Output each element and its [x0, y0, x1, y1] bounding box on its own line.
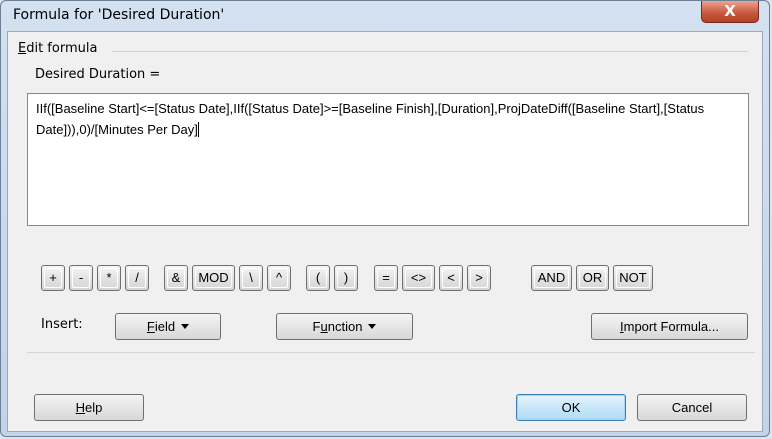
- field-name-label: Desired Duration =: [35, 67, 161, 82]
- chevron-down-icon: [181, 324, 190, 329]
- operator-and-button[interactable]: AND: [531, 265, 572, 291]
- import-formula-button[interactable]: Import Formula...: [591, 313, 748, 340]
- dialog-body: Edit formula Desired Duration =: [7, 31, 763, 432]
- footer-separator: [27, 352, 755, 353]
- operator-not-equal-button[interactable]: <>: [402, 265, 435, 291]
- window-title: Formula for 'Desired Duration': [13, 7, 225, 23]
- formula-dialog: Formula for 'Desired Duration' X Edit fo…: [0, 0, 770, 437]
- operator-minus-button[interactable]: -: [69, 265, 93, 291]
- text-caret: [197, 122, 199, 137]
- operator-backslash-button[interactable]: \: [239, 265, 263, 291]
- operator-open-paren-button[interactable]: (: [306, 265, 330, 291]
- operator-plus-button[interactable]: +: [41, 265, 65, 291]
- operator-greater-than-button[interactable]: >: [467, 265, 491, 291]
- formula-editor[interactable]: IIf([Baseline Start]<=[Status Date],IIf(…: [27, 93, 749, 226]
- close-icon: X: [724, 2, 736, 20]
- insert-label: Insert:: [41, 317, 83, 332]
- operator-or-button[interactable]: OR: [576, 265, 609, 291]
- formula-text: IIf([Baseline Start]<=[Status Date],IIf(…: [36, 101, 708, 137]
- operator-close-paren-button[interactable]: ): [334, 265, 358, 291]
- edit-formula-group-title: Edit formula: [18, 41, 98, 56]
- operator-not-button[interactable]: NOT: [613, 265, 653, 291]
- help-button[interactable]: Help: [34, 394, 144, 421]
- operator-caret-button[interactable]: ^: [267, 265, 291, 291]
- group-divider: [112, 51, 748, 52]
- operator-equals-button[interactable]: =: [374, 265, 398, 291]
- title-bar[interactable]: Formula for 'Desired Duration' X: [1, 1, 769, 31]
- ok-button[interactable]: OK: [516, 394, 626, 421]
- close-button[interactable]: X: [701, 1, 759, 23]
- operator-mod-button[interactable]: MOD: [192, 265, 235, 291]
- cancel-button[interactable]: Cancel: [637, 394, 747, 421]
- operator-multiply-button[interactable]: *: [97, 265, 121, 291]
- chevron-down-icon: [368, 324, 377, 329]
- insert-field-button[interactable]: Field: [115, 313, 221, 340]
- insert-function-button[interactable]: Function: [276, 313, 413, 340]
- operator-divide-button[interactable]: /: [125, 265, 149, 291]
- operator-less-than-button[interactable]: <: [439, 265, 463, 291]
- operator-ampersand-button[interactable]: &: [164, 265, 188, 291]
